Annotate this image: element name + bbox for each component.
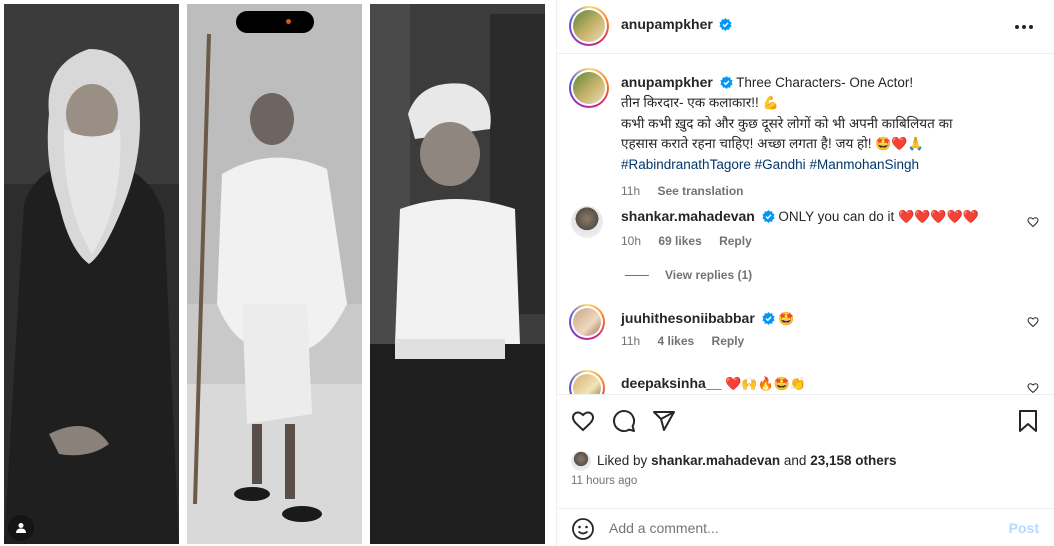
more-options-button[interactable] bbox=[1015, 18, 1037, 36]
see-translation-link[interactable]: See translation bbox=[657, 184, 743, 198]
reply-button[interactable]: Reply bbox=[719, 234, 752, 248]
manmohan-image bbox=[370, 4, 545, 544]
hashtag-link[interactable]: #Gandhi bbox=[755, 157, 806, 172]
comment-like-icon[interactable] bbox=[1027, 316, 1039, 328]
author-username[interactable]: anupampkher bbox=[621, 16, 713, 32]
post-media[interactable] bbox=[0, 0, 556, 546]
post-details-pane: anupampkher anupampkher Three Characters… bbox=[556, 0, 1054, 546]
liker-avatar[interactable] bbox=[571, 451, 591, 471]
post-timestamp[interactable]: 11 hours ago bbox=[571, 475, 637, 487]
more-icon bbox=[1015, 25, 1019, 29]
comment-text: ONLY you can do it bbox=[778, 209, 895, 224]
emoji-icon[interactable] bbox=[571, 517, 595, 541]
caption-line-3: कभी कभी ख़ुद को और कुछ दूसरे लोगों को भी… bbox=[621, 116, 953, 131]
comment-icon[interactable] bbox=[612, 409, 636, 433]
likes-and: and bbox=[783, 453, 807, 468]
commenter-avatar[interactable] bbox=[571, 206, 603, 238]
comments-list[interactable]: anupampkher Three Characters- One Actor!… bbox=[557, 54, 1054, 394]
hashtag-link[interactable]: #ManmohanSingh bbox=[809, 157, 919, 172]
likes-prefix: Liked by bbox=[597, 453, 648, 468]
comment-likes[interactable]: 4 likes bbox=[657, 334, 694, 348]
post-header: anupampkher bbox=[557, 0, 1054, 54]
caption-line-2: तीन किरदार- एक कलाकार!! bbox=[621, 95, 759, 110]
comment-input[interactable] bbox=[609, 515, 989, 541]
comment-emoji: ❤️❤️❤️❤️❤️ bbox=[897, 210, 979, 225]
commenter-username[interactable]: shankar.mahadevan bbox=[621, 208, 755, 224]
view-replies-label: View replies (1) bbox=[665, 268, 753, 282]
tagore-image bbox=[4, 4, 179, 544]
commenter-avatar[interactable] bbox=[569, 370, 605, 394]
comment-emoji: ❤️🙌🔥🤩👏 bbox=[725, 377, 807, 392]
comment-like-icon[interactable] bbox=[1027, 216, 1039, 228]
author-avatar[interactable] bbox=[569, 6, 609, 46]
likes-summary: Liked by shankar.mahadevan and 23,158 ot… bbox=[597, 453, 897, 468]
post-button[interactable]: Post bbox=[1009, 520, 1039, 536]
caption-username[interactable]: anupampkher bbox=[621, 74, 713, 90]
add-comment-bar: Post bbox=[557, 508, 1054, 546]
comment-time: 11h bbox=[621, 334, 641, 348]
caption-line-4: एहसास कराते रहना चाहिए! अच्छा लगता है! ज… bbox=[621, 136, 872, 151]
gandhi-image bbox=[187, 4, 362, 544]
commenter-avatar[interactable] bbox=[569, 304, 605, 340]
verified-icon bbox=[761, 312, 775, 325]
caption: anupampkher Three Characters- One Actor!… bbox=[621, 72, 1021, 201]
view-replies-button[interactable]: View replies (1) bbox=[625, 268, 752, 282]
comment-emoji: 🤩 bbox=[778, 312, 795, 327]
verified-icon bbox=[719, 18, 733, 31]
caption-author-avatar[interactable] bbox=[569, 68, 609, 108]
liker-username[interactable]: shankar.mahadevan bbox=[651, 453, 780, 468]
commenter-username[interactable]: juuhithesoniibabbar bbox=[621, 310, 755, 326]
commenter-username[interactable]: deepaksinha__ bbox=[621, 375, 721, 391]
caption-line-1: Three Characters- One Actor! bbox=[736, 75, 914, 90]
user-tag-button[interactable] bbox=[8, 515, 34, 541]
hashtag-link[interactable]: #RabindranathTagore bbox=[621, 157, 751, 172]
comment-like-icon[interactable] bbox=[1027, 382, 1039, 394]
replies-divider bbox=[625, 274, 649, 276]
share-icon[interactable] bbox=[652, 409, 676, 433]
user-tag-icon bbox=[16, 523, 26, 533]
verified-icon bbox=[719, 76, 733, 89]
media-panel-manmohan bbox=[370, 4, 545, 544]
media-panel-gandhi bbox=[187, 4, 362, 544]
bookmark-icon[interactable] bbox=[1017, 409, 1039, 433]
media-panel-tagore bbox=[4, 4, 179, 544]
verified-icon bbox=[762, 210, 775, 223]
caption-emoji-2: 💪 bbox=[762, 96, 779, 111]
likes-count[interactable]: 23,158 others bbox=[810, 453, 896, 468]
heart-icon[interactable] bbox=[571, 409, 595, 433]
comment-time: 10h bbox=[621, 234, 642, 248]
camera-notch bbox=[236, 11, 314, 33]
comment-likes[interactable]: 69 likes bbox=[658, 234, 701, 248]
reply-button[interactable]: Reply bbox=[712, 334, 745, 348]
caption-time: 11h bbox=[621, 184, 641, 198]
caption-emoji-4: 🤩❤️🙏 bbox=[875, 137, 924, 152]
